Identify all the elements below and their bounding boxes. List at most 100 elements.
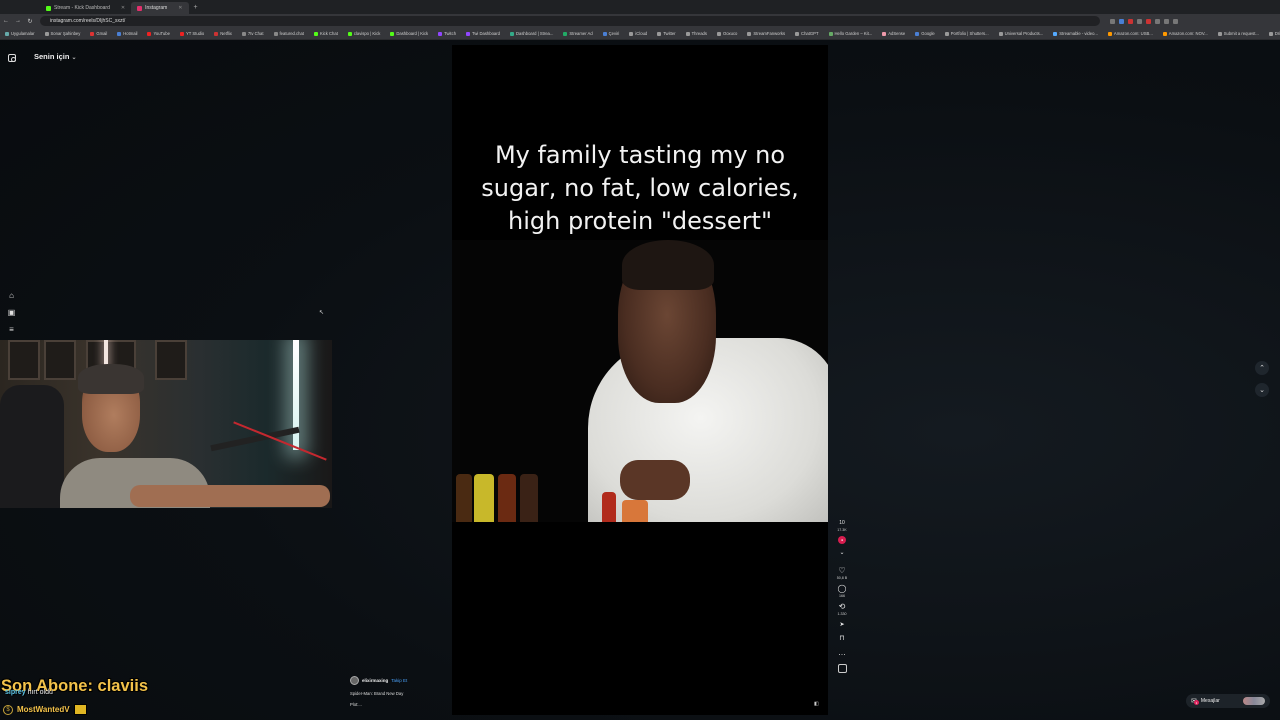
bookmark-item[interactable]: featured.chat <box>269 31 309 36</box>
bookmark-item[interactable]: YouTube <box>142 31 174 36</box>
bookmark-favicon-icon <box>147 31 152 36</box>
menu-icon[interactable]: ≡ <box>7 325 16 334</box>
share-button[interactable]: ➤ <box>839 620 844 630</box>
bookmark-item[interactable]: Kick Chat <box>309 31 343 36</box>
bookmark-favicon-icon <box>347 31 352 36</box>
more-icon: … <box>838 648 846 657</box>
feed-selector[interactable]: Senin için ⌄ <box>34 52 76 61</box>
save-button[interactable]: ⊓ <box>839 634 844 644</box>
mute-icon[interactable]: ◧ <box>814 701 819 707</box>
bookmark-item[interactable]: Dashboard | Kick <box>385 31 433 36</box>
bookmark-item[interactable]: Streamable - video... <box>1048 31 1103 36</box>
audio-avatar[interactable] <box>837 664 847 673</box>
live-indicator[interactable]: 10 17.3K <box>837 518 846 532</box>
bookmark-label: Streamable - video... <box>1059 31 1098 36</box>
kick-favicon-icon <box>46 5 51 11</box>
bookmark-label: clavispo | Kick <box>353 31 381 36</box>
extension-icon[interactable] <box>1128 18 1133 24</box>
repost-count: 1.330 <box>837 612 847 616</box>
extension-icon[interactable] <box>1119 18 1124 24</box>
chevron-down-icon[interactable]: ⌄ <box>839 548 844 558</box>
last-bits-row: $ MostWantedV <box>3 704 87 715</box>
bookmarks-bar: Uygulamalar Sonar Şahinbey Gmail Hotmail You… <box>0 28 1280 40</box>
follower-alert: siprey hırt oldu <box>5 689 53 696</box>
bookmark-favicon-icon <box>602 31 607 36</box>
bookmark-item[interactable]: Streamer Ad <box>558 31 597 36</box>
bookmark-favicon-icon <box>882 31 887 36</box>
bookmark-label: 7tv Chat <box>247 31 264 36</box>
bookmark-item[interactable]: Twi Dashboard <box>461 31 505 36</box>
comment-button[interactable]: ◯ 166 <box>838 584 847 598</box>
bookmark-favicon-icon <box>44 31 49 36</box>
bookmark-favicon-icon <box>563 31 568 36</box>
bookmark-item[interactable]: Google <box>910 31 940 36</box>
bookmark-item[interactable]: StreamFanworks <box>742 31 790 36</box>
live-badge[interactable]: ● <box>838 536 846 544</box>
bookmark-item[interactable]: Universal Products... <box>994 31 1049 36</box>
reload-icon[interactable]: ↻ <box>24 18 36 25</box>
url-field[interactable]: instagram.com/reels/DIjhSC_sxzt/ <box>40 16 1100 26</box>
bookmark-item[interactable]: Gmail <box>85 31 112 36</box>
bookmark-item[interactable]: Hello Garden – Kit... <box>824 31 878 36</box>
chevron-down-icon[interactable]: ⌄ <box>1255 383 1269 397</box>
reel-action-rail: 10 17.3K ● ⌄ ♡ 50,8 B ◯ 166 ⟲ 1.330 ➤ ⊓ … <box>834 518 850 673</box>
author-name[interactable]: elixirmaxing <box>362 678 388 683</box>
tab-kick-dashboard[interactable]: Stream - Kick Dashboard ✕ <box>40 2 131 14</box>
bookmark-label: Submit a request... <box>1223 31 1259 36</box>
bookmark-item[interactable]: Sonar Şahinbey <box>40 31 86 36</box>
bookmark-item[interactable]: iCloud <box>624 31 652 36</box>
follow-button[interactable]: Takip Et <box>391 678 407 683</box>
back-icon[interactable]: ← <box>0 18 12 24</box>
extension-icon[interactable] <box>1155 18 1160 24</box>
reel-description[interactable]: Plot:... <box>350 702 450 707</box>
bookmark-label: ChatGPT <box>801 31 819 36</box>
more-button[interactable]: … <box>838 648 846 658</box>
bookmark-label: StreamFanworks <box>753 31 786 36</box>
repost-button[interactable]: ⟲ 1.330 <box>838 602 847 616</box>
close-icon[interactable]: ✕ <box>121 5 125 11</box>
instagram-logo-icon[interactable] <box>8 54 16 62</box>
extension-icon[interactable] <box>1164 18 1169 24</box>
wall-frame <box>8 340 40 380</box>
bookmark-item[interactable]: Twitch <box>433 31 461 36</box>
home-icon[interactable]: ⌂ <box>7 291 16 300</box>
tab-instagram[interactable]: Instagram ✕ <box>131 2 189 14</box>
extension-icon[interactable] <box>1110 18 1115 24</box>
extension-icon[interactable] <box>1137 18 1142 24</box>
bookmark-item[interactable]: Dashboard | Strea... <box>505 31 558 36</box>
bookmark-item[interactable]: Ooxuco <box>712 31 742 36</box>
forward-icon[interactable]: → <box>12 18 24 24</box>
bookmark-label: Sonar Şahinbey <box>50 31 81 36</box>
bookmark-item[interactable]: Hotmail <box>112 31 142 36</box>
feed-title: Senin için <box>34 52 70 61</box>
bookmark-item[interactable]: clavispo | Kick <box>343 31 385 36</box>
new-tab-button[interactable]: + <box>189 4 203 11</box>
extension-icon[interactable] <box>1146 18 1151 24</box>
bookmark-favicon-icon <box>998 31 1003 36</box>
bookmark-item[interactable]: Amazon.com: USB... <box>1103 31 1158 36</box>
bookmark-item[interactable]: Portfolio | Shutters... <box>940 31 994 36</box>
bookmark-label: Dashboard | Strea... <box>515 31 554 36</box>
messages-button[interactable]: ✉1 Mesajlar <box>1186 694 1270 708</box>
reel-video-player[interactable]: My family tasting my no sugar, no fat, l… <box>452 45 828 715</box>
bookmark-item[interactable]: Uygulamalar <box>0 31 40 36</box>
avatar[interactable] <box>350 676 359 685</box>
bookmark-item[interactable]: ChatGPT <box>790 31 823 36</box>
song-name[interactable]: Spider-Man: Brand New Day <box>350 691 450 696</box>
bookmark-item[interactable]: Submit a request... <box>1213 31 1264 36</box>
bookmark-item[interactable]: Threads <box>681 31 712 36</box>
bookmark-item[interactable]: AdSense <box>877 31 910 36</box>
reels-icon[interactable]: ▣ <box>7 308 16 317</box>
bookmark-item[interactable]: 7tv Chat <box>237 31 269 36</box>
like-button[interactable]: ♡ 50,8 B <box>837 566 847 580</box>
close-icon[interactable]: ✕ <box>178 5 182 11</box>
bookmark-item[interactable]: Twitter <box>652 31 680 36</box>
bookmark-item[interactable]: Çeviri <box>598 31 625 36</box>
bookmark-item[interactable]: Amazon.com: NOV... <box>1158 31 1213 36</box>
bookmark-item[interactable]: Drive & Listen <box>1264 31 1280 36</box>
profile-icon[interactable] <box>1173 18 1178 24</box>
bookmark-item[interactable]: YT Studio <box>175 31 209 36</box>
bookmark-favicon-icon <box>179 31 184 36</box>
bookmark-item[interactable]: Netflix <box>209 31 237 36</box>
chevron-up-icon[interactable]: ⌃ <box>1255 361 1269 375</box>
